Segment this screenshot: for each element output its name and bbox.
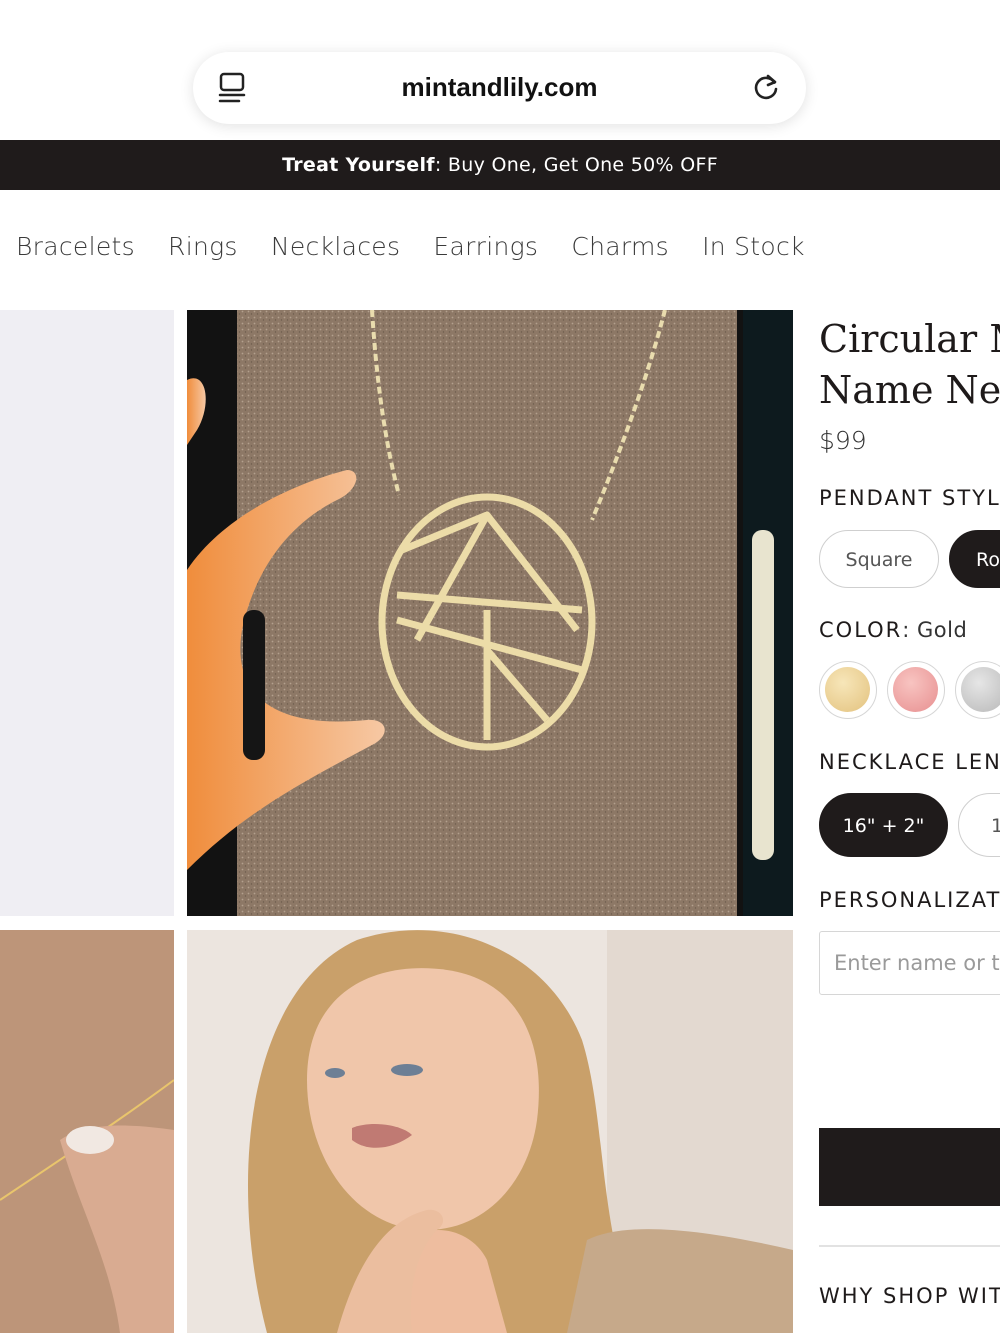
gallery-thumbnail-blank[interactable]	[0, 310, 174, 916]
nav-item-charms[interactable]: Charms	[571, 232, 669, 261]
promo-banner[interactable]: Treat Yourself: Buy One, Get One 50% OFF	[0, 140, 1000, 190]
nav-item-bracelets[interactable]: Bracelets	[16, 232, 135, 261]
product-panel: Circular M Name Nec $99 PENDANT STYLE Sq…	[819, 310, 1000, 1333]
personalization-input[interactable]: Enter name or te	[819, 931, 1000, 995]
length-option-18[interactable]: 18	[958, 793, 1000, 857]
color-swatch-silver[interactable]	[955, 661, 1000, 719]
nav-item-earrings[interactable]: Earrings	[433, 232, 538, 261]
color-swatch-gold[interactable]	[819, 661, 877, 719]
personalization-label: PERSONALIZAT	[819, 888, 1000, 912]
nav-item-in-stock[interactable]: In Stock	[702, 232, 805, 261]
product-image-necklace[interactable]	[187, 310, 793, 916]
color-swatch-rose[interactable]	[887, 661, 945, 719]
product-title-line-1: Circular M	[819, 317, 1000, 361]
length-option-16[interactable]: 16" + 2"	[819, 793, 948, 857]
promo-text: : Buy One, Get One 50% OFF	[434, 154, 718, 176]
color-label-text: COLOR	[819, 618, 903, 642]
nav-item-rings[interactable]: Rings	[168, 232, 238, 261]
why-shop-heading[interactable]: WHY SHOP WITH	[819, 1284, 1000, 1308]
pendant-option-round[interactable]: Ro	[949, 530, 1000, 588]
address-bar[interactable]: mintandlily.com	[193, 52, 806, 124]
reload-icon[interactable]	[750, 72, 782, 104]
color-swatch-rose-fill	[893, 667, 938, 712]
product-title: Circular M Name Nec	[819, 314, 1000, 416]
color-label: COLOR: Gold	[819, 618, 967, 642]
product-title-line-2: Name Nec	[819, 368, 1000, 412]
divider	[819, 1245, 1000, 1247]
category-nav: Bracelets Rings Necklaces Earrings Charm…	[16, 232, 833, 272]
promo-headline: Treat Yourself	[282, 154, 435, 176]
color-swatch-silver-fill	[961, 667, 1000, 712]
product-image-model[interactable]	[187, 930, 793, 1333]
color-swatch-gold-fill	[825, 667, 870, 712]
product-price: $99	[819, 426, 867, 455]
pendant-option-square[interactable]: Square	[819, 530, 939, 588]
pendant-style-label: PENDANT STYLE	[819, 486, 1000, 510]
url-domain[interactable]: mintandlily.com	[193, 72, 806, 103]
add-to-cart-button[interactable]	[819, 1128, 1000, 1206]
nav-item-necklaces[interactable]: Necklaces	[271, 232, 400, 261]
gallery-thumbnail-model[interactable]	[0, 930, 174, 1333]
necklace-length-label: NECKLACE LEN	[819, 750, 1000, 774]
browser-chrome: mintandlily.com	[0, 0, 1000, 140]
color-value: : Gold	[902, 618, 968, 642]
